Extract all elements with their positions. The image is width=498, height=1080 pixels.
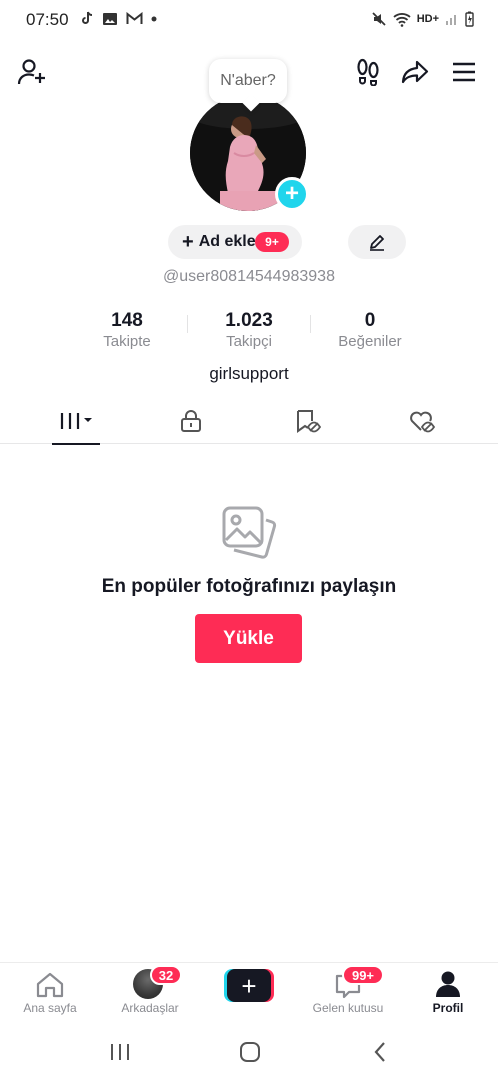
home-circle-icon xyxy=(240,1042,260,1062)
system-nav-bar xyxy=(0,1024,498,1080)
create-button[interactable]: + xyxy=(224,969,274,1002)
recents-icon xyxy=(111,1044,129,1060)
notification-badge: 9+ xyxy=(255,232,289,252)
gallery-icon xyxy=(103,12,117,25)
nav-friends[interactable]: 32 Arkadaşlar xyxy=(100,963,200,1025)
tab-private[interactable] xyxy=(129,398,253,444)
status-bubble[interactable]: N'aber? xyxy=(209,59,287,103)
nav-profile-label: Profil xyxy=(432,1001,464,1015)
tiktok-icon xyxy=(82,11,93,24)
stat-followers[interactable]: 1.023 Takipçi xyxy=(189,310,309,350)
stat-label: Takipte xyxy=(103,333,151,350)
lock-icon xyxy=(181,410,201,432)
battery-icon xyxy=(465,11,474,27)
tab-videos[interactable] xyxy=(14,398,138,445)
menu-icon xyxy=(453,62,475,82)
mute-icon xyxy=(372,12,386,26)
add-user-icon xyxy=(17,59,45,85)
profile-views-button[interactable] xyxy=(352,56,384,88)
add-user-button[interactable] xyxy=(16,56,48,88)
upload-button[interactable]: Yükle xyxy=(195,614,302,663)
home-system-button[interactable] xyxy=(230,1038,270,1066)
stat-label: Beğeniler xyxy=(338,333,402,350)
tab-liked[interactable] xyxy=(360,398,484,444)
edit-profile-button[interactable] xyxy=(348,225,406,259)
status-right-icons: HD+ xyxy=(371,11,474,27)
plus-icon: + xyxy=(284,180,299,207)
plus-icon: + xyxy=(182,231,194,253)
nav-profile[interactable]: Profil xyxy=(398,963,498,1025)
add-name-button[interactable]: + Ad ekle 9+ xyxy=(168,225,302,259)
share-icon xyxy=(401,60,429,84)
bookmark-eye-icon xyxy=(297,410,321,433)
signal-icon xyxy=(446,15,456,25)
nav-inbox[interactable]: 99+ Gelen kutusu xyxy=(298,963,398,1025)
avatar-add-button[interactable]: + xyxy=(275,177,309,211)
network-type: HD+ xyxy=(416,13,439,25)
nav-inbox-label: Gelen kutusu xyxy=(312,1001,384,1015)
profile-tabs xyxy=(0,398,498,445)
stat-value: 0 xyxy=(364,310,376,331)
home-icon xyxy=(36,972,64,998)
footprints-icon xyxy=(357,58,379,86)
status-left-icons xyxy=(80,11,157,26)
wifi-icon xyxy=(393,12,411,27)
videos-grid-icon xyxy=(60,413,92,429)
add-name-label: Ad ekle xyxy=(198,233,256,250)
menu-button[interactable] xyxy=(448,56,480,88)
stat-value: 1.023 xyxy=(225,310,273,331)
heart-eye-icon xyxy=(410,411,436,433)
divider xyxy=(187,315,188,333)
username-handle: @user80814544983938 xyxy=(163,268,335,285)
stat-value: 148 xyxy=(111,310,143,331)
status-time: 07:50 xyxy=(26,10,69,29)
dot-icon xyxy=(151,16,157,21)
nav-friends-label: Arkadaşlar xyxy=(121,1001,179,1015)
stat-likes[interactable]: 0 Beğeniler xyxy=(310,310,430,350)
gmail-icon xyxy=(126,12,143,24)
inbox-badge: 99+ xyxy=(342,965,384,985)
plus-icon: + xyxy=(227,969,271,1002)
nav-home[interactable]: Ana sayfa xyxy=(0,963,100,1025)
nav-home-label: Ana sayfa xyxy=(23,1001,77,1015)
recents-button[interactable] xyxy=(100,1038,140,1066)
share-profile-button[interactable] xyxy=(399,56,431,88)
status-bar: 07:50 HD+ xyxy=(0,0,498,40)
bio-text: girlsupport xyxy=(209,364,289,383)
friends-badge: 32 xyxy=(150,965,182,985)
stat-label: Takipçi xyxy=(226,333,272,350)
pencil-icon xyxy=(370,235,384,251)
tab-saved[interactable] xyxy=(246,398,370,444)
back-chevron-icon xyxy=(374,1042,385,1062)
empty-state-title: En popüler fotoğrafınızı paylaşın xyxy=(101,576,397,597)
profile-icon xyxy=(436,971,460,997)
stat-following[interactable]: 148 Takipte xyxy=(67,310,187,350)
back-button[interactable] xyxy=(360,1038,400,1066)
photo-placeholder-icon xyxy=(222,506,277,559)
